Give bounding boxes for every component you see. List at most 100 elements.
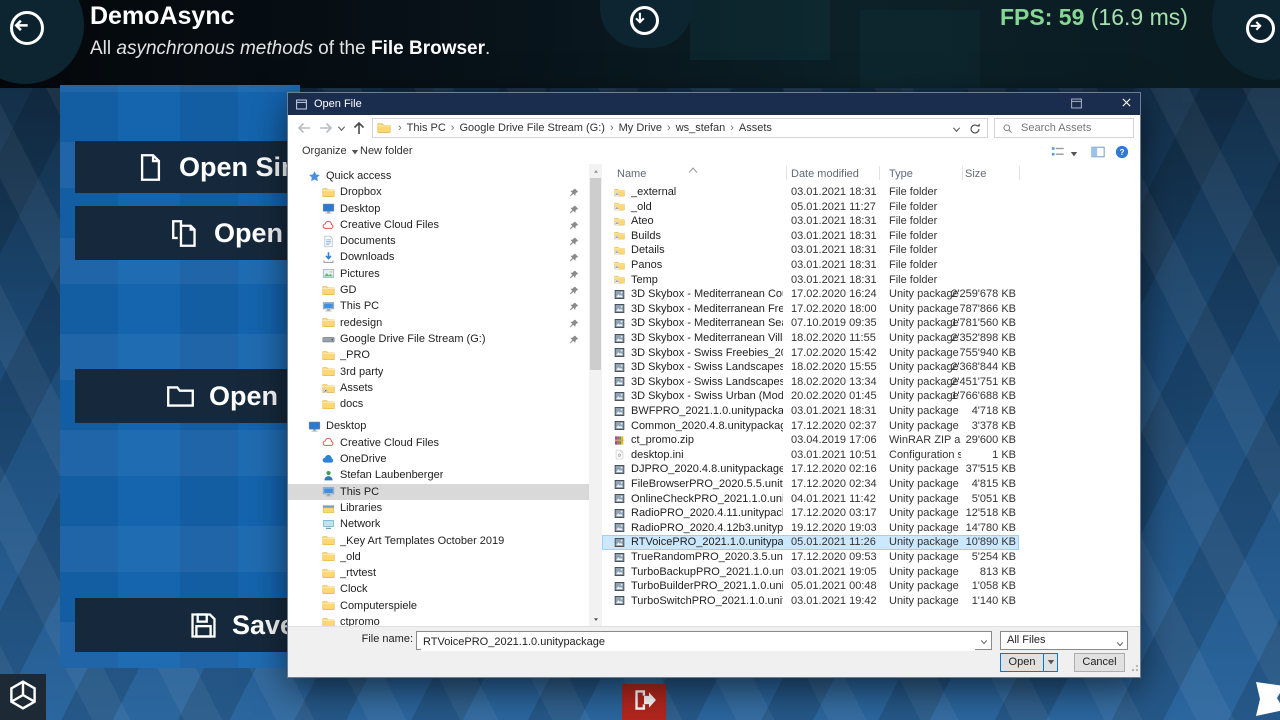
file-row-old[interactable]: _old 05.01.2021 11:27 File folder <box>602 200 1019 215</box>
file-row-3d-skybox-mediterranean-villages-2020[interactable]: 3D Skybox - Mediterranean Villages_2020.… <box>602 331 1019 346</box>
sidebar-item-network[interactable]: Network <box>288 516 589 532</box>
sidebar-item-creative-cloud-files[interactable]: Creative Cloud Files <box>288 435 589 451</box>
scrollbar-down-button[interactable] <box>589 612 602 626</box>
file-row-turboswitchpro-2021-1-0-unitypackage[interactable]: TurboSwitchPRO_2021.1.0.unitypackage 03.0… <box>602 594 1019 609</box>
file-row-panos[interactable]: Panos 03.01.2021 18:31 File folder <box>602 258 1019 273</box>
refresh-icon[interactable] <box>968 122 982 136</box>
sidebar-scrollbar[interactable] <box>589 164 602 626</box>
forward-icon[interactable] <box>318 120 334 136</box>
scrollbar-thumb[interactable] <box>590 178 601 370</box>
column-header-size[interactable]: Size <box>965 168 986 180</box>
sidebar-item-pictures[interactable]: Pictures <box>288 266 589 282</box>
sidebar-item-documents[interactable]: Documents <box>288 233 589 249</box>
sidebar-item-creative-cloud-files[interactable]: Creative Cloud Files <box>288 217 589 233</box>
breadcrumb-item-assets[interactable]: Assets <box>739 122 772 134</box>
next-demo-button[interactable] <box>1246 14 1275 43</box>
close-button[interactable] <box>1116 95 1136 113</box>
search-box[interactable] <box>994 118 1134 138</box>
file-name-combo[interactable] <box>416 631 992 651</box>
history-chevron-icon[interactable] <box>337 124 346 133</box>
sidebar-item-desktop[interactable]: Desktop <box>288 201 589 217</box>
sidebar-item-3rd-party[interactable]: 3rd party <box>288 364 589 380</box>
sidebar-item-key-art-templates-october-2019[interactable]: _Key Art Templates October 2019 <box>288 533 589 549</box>
sidebar-item-this-pc[interactable]: This PC <box>288 483 589 500</box>
column-header-name[interactable]: Name <box>617 168 646 180</box>
sidebar-item-redesign[interactable]: redesign <box>288 315 589 331</box>
organize-menu[interactable]: Organize <box>302 145 359 157</box>
sidebar-item-gd[interactable]: GD <box>288 282 589 298</box>
file-row-djpro-2020-4-8-unitypackage[interactable]: DJPRO_2020.4.8.unitypackage 17.12.2020 02… <box>602 462 1019 477</box>
sidebar-item-docs[interactable]: docs <box>288 396 589 412</box>
address-dropdown-icon[interactable] <box>952 125 961 134</box>
column-header-type[interactable]: Type <box>889 168 913 180</box>
view-chevron-icon[interactable] <box>1070 149 1078 157</box>
file-row-filebrowserpro-2020-5-5-unitypackage[interactable]: FileBrowserPRO_2020.5.5.unitypackage 17.1… <box>602 477 1019 492</box>
file-row-turbobuilderpro-2021-1-0-unitypackage[interactable]: TurboBuilderPRO_2021.1.0.unitypackage 05.… <box>602 579 1019 594</box>
scrollbar-up-button[interactable] <box>589 164 602 178</box>
sidebar-section-quick-access[interactable]: Quick access <box>288 168 589 184</box>
breadcrumb-item-this-pc[interactable]: This PC <box>407 122 446 134</box>
help-icon[interactable]: ? <box>1115 145 1129 159</box>
sidebar-item-onedrive[interactable]: OneDrive <box>288 451 589 467</box>
quit-button[interactable] <box>622 684 666 720</box>
breadcrumb[interactable]: › This PC › Google Drive File Stream (G:) › M… <box>372 118 988 138</box>
sidebar-item-old[interactable]: _old <box>288 549 589 565</box>
file-row-external[interactable]: _external 03.01.2021 18:31 File folder <box>602 185 1019 200</box>
sidebar-item-computerspiele[interactable]: Computerspiele <box>288 598 589 614</box>
sidebar-item-google-drive-file-stream-g[interactable]: Google Drive File Stream (G:) <box>288 331 589 347</box>
breadcrumb-item-my-drive[interactable]: My Drive <box>619 122 662 134</box>
chevron-down-icon[interactable] <box>980 637 988 645</box>
file-row-3d-skybox-swiss-freebies-2020-1-1-unity[interactable]: 3D Skybox - Swiss Freebies_2020.1.1.unit… <box>602 346 1019 361</box>
file-row-turbobackuppro-2021-1-0-unitypackage[interactable]: TurboBackupPRO_2021.1.0.unitypackage 03.0… <box>602 565 1019 580</box>
file-row-ateo[interactable]: Ateo 03.01.2021 18:31 File folder <box>602 214 1019 229</box>
open-button[interactable]: Open <box>1000 653 1044 672</box>
file-row-temp[interactable]: Temp 03.01.2021 18:31 File folder <box>602 273 1019 288</box>
sidebar-item-dropbox[interactable]: Dropbox <box>288 184 589 200</box>
sidebar-item-stefan-laubenberger[interactable]: Stefan Laubenberger <box>288 467 589 483</box>
resize-grip[interactable] <box>1130 665 1138 673</box>
file-row-rtvoicepro-2021-1-0-unitypackage[interactable]: RTVoicePRO_2021.1.0.unitypackage 05.01.20… <box>602 535 1019 550</box>
sidebar-item-libraries[interactable]: Libraries <box>288 500 589 516</box>
sidebar-item-clock[interactable]: Clock <box>288 581 589 597</box>
file-row-3d-skybox-swiss-landscapes-2020-1-0-u[interactable]: 3D Skybox - Swiss Landscapes_2020.1.0.u.… <box>602 375 1019 390</box>
dialog-titlebar[interactable]: Open File <box>288 93 1140 115</box>
up-icon[interactable] <box>351 120 367 136</box>
breadcrumb-item-ws-stefan[interactable]: ws_stefan <box>676 122 726 134</box>
file-row-radiopro-2020-4-11-unitypackage[interactable]: RadioPRO_2020.4.11.unitypackage 17.12.202… <box>602 506 1019 521</box>
file-row-3d-skybox-mediterranean-countryside[interactable]: 3D Skybox - Mediterranean Countryside_..… <box>602 287 1019 302</box>
file-row-details[interactable]: Details 03.01.2021 18:31 File folder <box>602 243 1019 258</box>
sidebar-item-assets[interactable]: Assets <box>288 380 589 396</box>
file-name-input[interactable] <box>421 633 975 651</box>
sidebar-item-rtvtest[interactable]: _rtvtest <box>288 565 589 581</box>
file-row-onlinecheckpro-2021-1-0-unitypackage[interactable]: OnlineCheckPRO_2021.1.0.unitypackage 04.0… <box>602 492 1019 507</box>
file-row-desktop-ini[interactable]: desktop.ini 03.01.2021 10:51 Configuration… <box>602 448 1019 463</box>
cancel-button[interactable]: Cancel <box>1074 653 1125 672</box>
back-icon[interactable] <box>296 120 312 136</box>
sidebar-section-desktop[interactable]: Desktop <box>288 418 589 434</box>
view-options-icon[interactable] <box>1050 145 1066 159</box>
file-row-3d-skybox-swiss-urban-modern-2020[interactable]: 3D Skybox - Swiss Urban (Modern)_2020...… <box>602 389 1019 404</box>
file-row-3d-skybox-swiss-landscapes-2-2020-1-0[interactable]: 3D Skybox - Swiss Landscapes_2_2020.1.0.… <box>602 360 1019 375</box>
preview-pane-icon[interactable] <box>1090 145 1106 159</box>
column-header-date[interactable]: Date modified <box>791 168 859 180</box>
file-row-builds[interactable]: Builds 03.01.2021 18:31 File folder <box>602 229 1019 244</box>
file-row-ct-promo-zip[interactable]: ct_promo.zip 03.04.2019 17:06 WinRAR ZIP a… <box>602 433 1019 448</box>
breadcrumb-item-google-drive-file-stream-g[interactable]: Google Drive File Stream (G:) <box>459 122 604 134</box>
search-input[interactable] <box>1019 121 1123 135</box>
file-row-radiopro-2020-4-12b3-unitypackage[interactable]: RadioPRO_2020.4.12b3.unitypackage 19.12.2… <box>602 521 1019 536</box>
scroll-down-button[interactable] <box>630 6 659 35</box>
previous-demo-button[interactable] <box>10 11 44 45</box>
sidebar-item-ctpromo[interactable]: ctpromo <box>288 614 589 626</box>
file-row-common-2020-4-8-unitypackage[interactable]: Common_2020.4.8.unitypackage 17.12.2020 0… <box>602 419 1019 434</box>
file-type-select[interactable]: All Files <box>1000 631 1128 650</box>
file-row-3d-skybox-mediterranean-seaside-2019[interactable]: 3D Skybox - Mediterranean Seaside_2019..… <box>602 316 1019 331</box>
sidebar-item-downloads[interactable]: Downloads <box>288 249 589 265</box>
new-folder-button[interactable]: New folder <box>360 145 413 157</box>
sidebar-item-pro[interactable]: _PRO <box>288 347 589 363</box>
file-row-3d-skybox-mediterranean-freebies-202[interactable]: 3D Skybox - Mediterranean Freebies_202..… <box>602 302 1019 317</box>
sidebar-item-this-pc[interactable]: This PC <box>288 298 589 314</box>
open-split-button[interactable] <box>1043 653 1058 672</box>
folder-icon <box>165 381 196 412</box>
file-row-bwfpro-2021-1-0-unitypackage[interactable]: BWFPRO_2021.1.0.unitypackage 03.01.2021 1… <box>602 404 1019 419</box>
file-row-truerandompro-2020-3-5-unitypackage[interactable]: TrueRandomPRO_2020.3.5.unitypackage 17.12… <box>602 550 1019 565</box>
